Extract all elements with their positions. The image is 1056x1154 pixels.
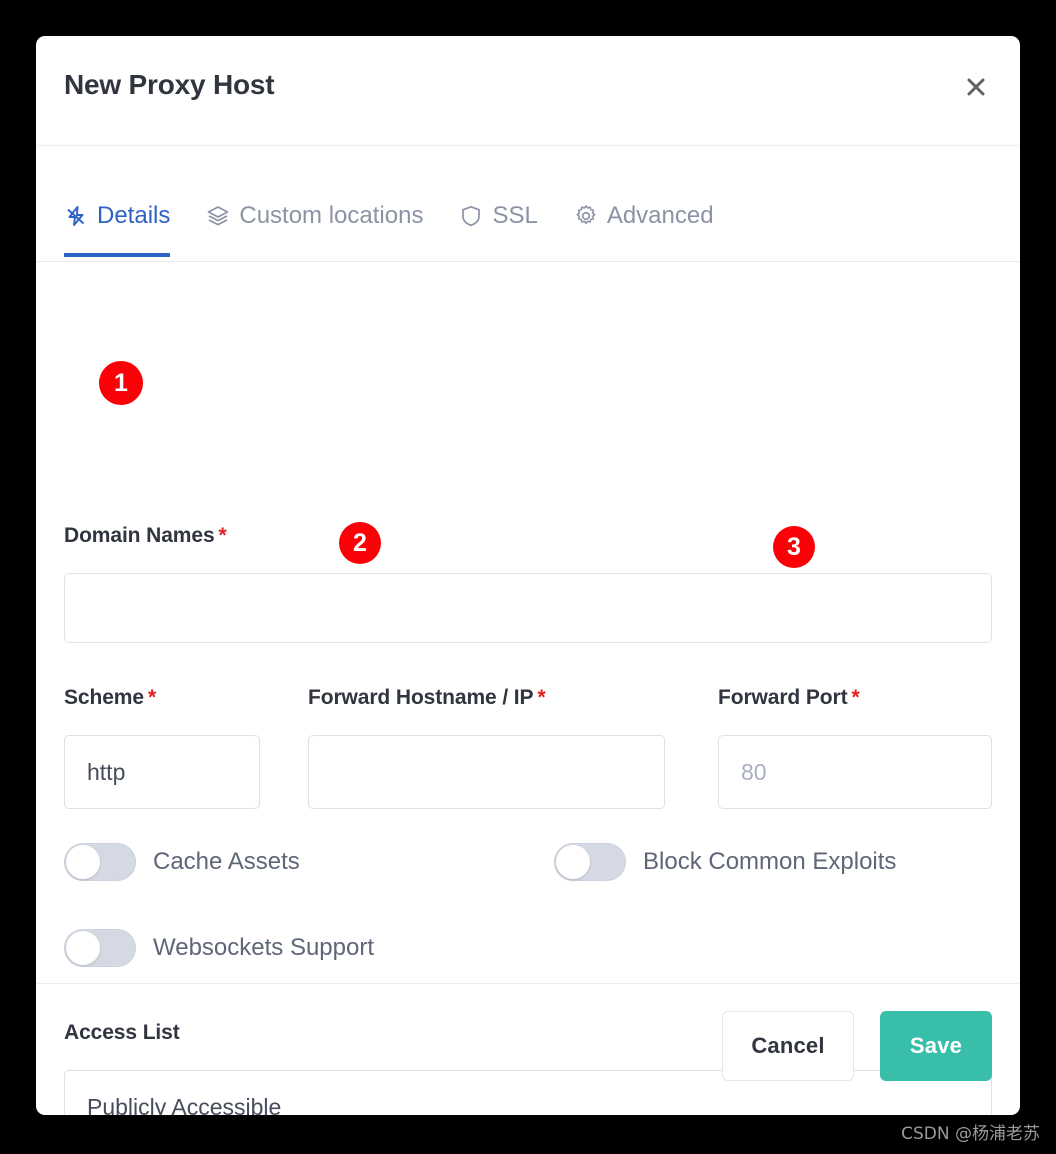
toggle-knob — [66, 845, 100, 879]
scheme-value: http — [87, 758, 126, 785]
annotation-badge-2: 2 — [339, 522, 381, 564]
tab-custom-locations[interactable]: Custom locations — [206, 146, 423, 256]
layers-icon — [206, 204, 230, 228]
websockets-support-label: Websockets Support — [153, 934, 375, 961]
lightning-bolt-icon — [64, 204, 88, 228]
modal-header: New Proxy Host — [36, 36, 1020, 146]
cancel-button[interactable]: Cancel — [722, 1011, 854, 1081]
toggle-knob — [66, 931, 100, 965]
scheme-label: Scheme * — [64, 686, 157, 709]
toggle-row-cache-assets: Cache Assets — [64, 843, 300, 881]
scheme-select[interactable]: http — [64, 735, 260, 809]
modal-body: Domain Names * Scheme * Forward Hostname /… — [36, 262, 1020, 1115]
forward-port-placeholder: 80 — [741, 758, 767, 785]
toggle-knob — [556, 845, 590, 879]
domain-names-label: Domain Names * — [64, 524, 227, 547]
cache-assets-toggle[interactable] — [64, 843, 136, 881]
page-title: New Proxy Host — [64, 69, 275, 100]
tab-advanced[interactable]: Advanced — [574, 146, 714, 256]
forward-port-input[interactable]: 80 — [718, 735, 992, 809]
block-common-exploits-label: Block Common Exploits — [643, 848, 897, 875]
annotation-badge-3: 3 — [773, 526, 815, 568]
forward-port-label: Forward Port * — [718, 686, 860, 709]
screen: New Proxy Host Details Custom locations … — [0, 0, 1056, 1154]
tab-bar: Details Custom locations SSL Advanced — [36, 146, 1020, 262]
required-marker: * — [537, 686, 546, 709]
cache-assets-label: Cache Assets — [153, 848, 300, 875]
watermark: CSDN @杨浦老苏 — [901, 1124, 1040, 1144]
tab-details[interactable]: Details — [64, 146, 171, 257]
domain-names-input[interactable] — [64, 573, 992, 643]
block-common-exploits-toggle[interactable] — [554, 843, 626, 881]
gear-icon — [574, 204, 598, 228]
tab-advanced-label: Advanced — [606, 202, 714, 229]
modal-footer: Cancel Save — [36, 983, 1020, 1115]
save-button[interactable]: Save — [880, 1011, 992, 1081]
required-marker: * — [218, 524, 227, 547]
tab-ssl[interactable]: SSL — [459, 146, 538, 256]
tab-custom-locations-label: Custom locations — [239, 202, 424, 229]
required-marker: * — [147, 686, 157, 709]
tab-details-label: Details — [97, 202, 171, 229]
shield-icon — [459, 204, 483, 228]
annotation-badge-1: 1 — [99, 361, 143, 405]
close-icon[interactable] — [959, 70, 993, 104]
active-tab-underline — [64, 253, 171, 257]
toggle-row-websockets-support: Websockets Support — [64, 929, 374, 967]
websockets-support-toggle[interactable] — [64, 929, 136, 967]
forward-hostname-input[interactable] — [308, 735, 665, 809]
tab-ssl-label: SSL — [492, 202, 538, 229]
required-marker: * — [851, 686, 860, 709]
forward-hostname-label: Forward Hostname / IP * — [308, 686, 546, 709]
new-proxy-host-modal: New Proxy Host Details Custom locations … — [36, 36, 1020, 1115]
toggle-row-block-common-exploits: Block Common Exploits — [554, 843, 896, 881]
